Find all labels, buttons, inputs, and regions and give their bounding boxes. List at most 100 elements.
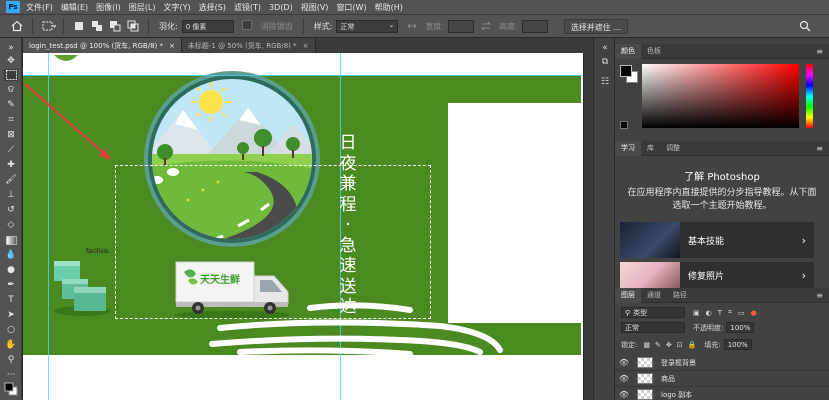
pen-tool-icon[interactable]: ✒	[4, 279, 18, 291]
clone-stamp-tool-icon[interactable]: ⊥	[4, 189, 18, 201]
ellipse-tool-icon[interactable]: ○	[4, 324, 18, 336]
panel-menu-icon[interactable]: ≡	[816, 291, 823, 300]
blend-mode-select[interactable]: 正常	[621, 322, 685, 333]
lock-pixels-icon[interactable]: ✎	[655, 341, 661, 349]
dodge-tool-icon[interactable]: ●	[4, 264, 18, 276]
menu-view[interactable]: 视图(V)	[301, 2, 329, 13]
foreground-color-swatch[interactable]	[620, 65, 632, 77]
menu-edit[interactable]: 编辑(E)	[61, 2, 88, 13]
close-icon[interactable]: ×	[303, 42, 309, 50]
history-brush-tool-icon[interactable]: ↺	[4, 204, 18, 216]
horizontal-guide[interactable]	[23, 75, 583, 76]
width-label: 宽度:	[425, 21, 445, 31]
collapse-panels-icon[interactable]: «	[599, 42, 611, 54]
tab-untitled-1[interactable]: 未标题-1 @ 50% (货车, RGB/8) * ×	[181, 38, 316, 53]
crop-tool-icon[interactable]: ⌗	[4, 114, 18, 126]
eraser-tool-icon[interactable]: ◇	[4, 219, 18, 231]
quick-selection-tool-icon[interactable]: ✎	[4, 99, 18, 111]
search-icon[interactable]	[799, 20, 811, 32]
height-input[interactable]	[521, 19, 548, 33]
lock-all-icon[interactable]: 🔒	[688, 341, 697, 349]
visibility-eye-icon[interactable]: 👁	[615, 374, 633, 383]
frame-tool-icon[interactable]: ⊠	[4, 129, 18, 141]
menu-filter[interactable]: 滤镜(T)	[234, 2, 261, 13]
history-panel-icon[interactable]: ⧉	[599, 56, 611, 68]
tab-learn[interactable]: 学习	[615, 140, 641, 156]
collapse-toolbar-icon[interactable]: »	[4, 42, 18, 54]
gradient-tool-icon[interactable]	[4, 234, 18, 246]
photoshop-logo[interactable]: Ps	[6, 1, 20, 13]
rectangular-marquee-tool-icon[interactable]	[4, 69, 18, 81]
tab-libraries[interactable]: 库	[641, 141, 660, 156]
visibility-eye-icon[interactable]: 👁	[615, 358, 633, 367]
lock-artboard-icon[interactable]: ⊡	[677, 341, 683, 349]
menu-help[interactable]: 帮助(H)	[375, 2, 403, 13]
swap-dimensions-icon[interactable]	[480, 20, 492, 32]
tab-adjustments[interactable]: 调整	[660, 141, 686, 156]
zoom-tool-icon[interactable]: ⚲	[4, 354, 18, 366]
close-icon[interactable]: ×	[169, 42, 175, 50]
brush-tool-icon[interactable]: 🖌	[4, 174, 18, 186]
saturation-brightness-picker[interactable]	[642, 64, 799, 128]
eyedropper-tool-icon[interactable]: ⟋	[4, 144, 18, 156]
menu-type[interactable]: 文字(Y)	[163, 2, 190, 13]
filter-smart-object-icon[interactable]: ▭	[738, 309, 745, 317]
tab-channels[interactable]: 通道	[641, 288, 667, 303]
menu-select[interactable]: 选择(S)	[199, 2, 226, 13]
properties-panel-icon[interactable]: ☷	[599, 76, 611, 88]
fill-input[interactable]: 100%	[723, 339, 752, 350]
antialias-checkbox-icon[interactable]	[241, 20, 254, 32]
layer-row[interactable]: 👁 商品	[615, 371, 829, 387]
tab-login-test[interactable]: login_test.psd @ 100% (货车, RGB/8) * ×	[23, 38, 182, 53]
menu-file[interactable]: 文件(F)	[26, 2, 53, 13]
learn-card-basic-skills[interactable]: 基本技能 ›	[620, 222, 814, 258]
hue-slider[interactable]	[806, 64, 813, 128]
tab-color[interactable]: 颜色	[615, 43, 641, 59]
blur-tool-icon[interactable]: 💧	[4, 249, 18, 261]
style-select[interactable]: 正常 ⌄	[336, 19, 399, 33]
color-warning-swatch[interactable]	[620, 121, 628, 129]
feather-input[interactable]: 0 像素	[181, 19, 234, 33]
hand-tool-icon[interactable]: ✋	[4, 339, 18, 351]
menu-window[interactable]: 窗口(W)	[336, 2, 366, 13]
more-tools-icon[interactable]: ···	[4, 369, 18, 381]
filter-pixel-icon[interactable]: ▣	[693, 309, 700, 317]
tab-swatches[interactable]: 色板	[641, 44, 667, 59]
canvas-scrollbar[interactable]	[584, 53, 593, 400]
intersect-selection-icon[interactable]	[127, 20, 139, 32]
filter-shape-icon[interactable]: ⌗	[728, 308, 732, 317]
home-icon[interactable]	[11, 20, 23, 32]
marquee-tool-preset-icon[interactable]	[42, 20, 57, 32]
new-selection-icon[interactable]	[73, 20, 85, 32]
move-tool-icon[interactable]: ✥	[4, 55, 18, 67]
filter-toggle-icon[interactable]: ●	[751, 309, 757, 317]
select-and-mask-button[interactable]: 选择并遮住 ...	[563, 18, 628, 34]
type-tool-icon[interactable]: T	[4, 294, 18, 306]
lasso-tool-icon[interactable]: ଡ	[4, 84, 18, 96]
menu-3d[interactable]: 3D(D)	[269, 3, 293, 12]
width-input[interactable]	[448, 19, 475, 33]
layer-row[interactable]: 👁 登录框背景	[615, 355, 829, 371]
panel-menu-icon[interactable]: ≡	[816, 47, 823, 56]
tab-layers[interactable]: 图层	[615, 287, 641, 303]
layer-filter-select[interactable]: ⚲ 类型	[621, 307, 685, 318]
lock-transparency-icon[interactable]: ▦	[643, 341, 650, 349]
panel-menu-icon[interactable]: ≡	[816, 144, 823, 153]
tab-paths[interactable]: 路径	[667, 288, 693, 303]
marquee-selection[interactable]	[115, 165, 431, 319]
filter-adjustment-icon[interactable]: ◐	[706, 309, 712, 317]
path-selection-tool-icon[interactable]: ➤	[4, 309, 18, 321]
lock-position-icon[interactable]: ✥	[666, 341, 672, 349]
filter-type-icon[interactable]: T	[718, 309, 722, 317]
menu-bar: Ps 文件(F) 编辑(E) 图像(I) 图层(L) 文字(Y) 选择(S) 滤…	[0, 0, 829, 14]
layer-row[interactable]: 👁 logo 副本	[615, 387, 829, 400]
foreground-background-swatch-icon[interactable]	[4, 382, 18, 396]
subtract-selection-icon[interactable]	[109, 20, 121, 32]
opacity-input[interactable]: 100%	[726, 322, 755, 333]
add-selection-icon[interactable]	[91, 20, 103, 32]
learn-card-fix-photo[interactable]: 修复照片 ›	[620, 262, 814, 288]
menu-layer[interactable]: 图层(L)	[129, 2, 156, 13]
menu-image[interactable]: 图像(I)	[96, 2, 121, 13]
healing-brush-tool-icon[interactable]: ✚	[4, 159, 18, 171]
visibility-eye-icon[interactable]: 👁	[615, 390, 633, 399]
